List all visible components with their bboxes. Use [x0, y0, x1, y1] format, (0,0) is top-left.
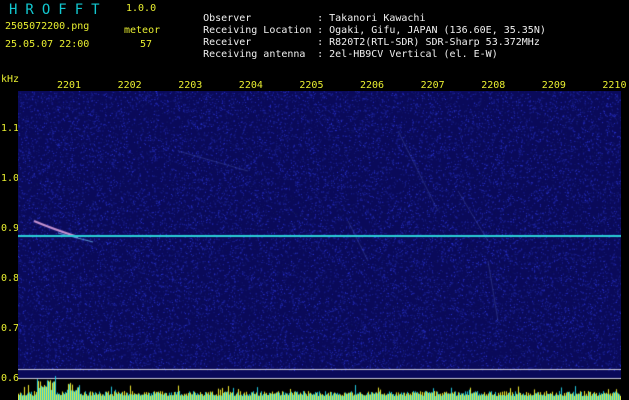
x-tick-label: 2206 [360, 80, 385, 91]
x-tick-label: 2208 [481, 80, 506, 91]
x-tick-label: 2201 [57, 80, 82, 91]
y-tick-label: 0.7 [1, 323, 20, 334]
y-tick-label: 0.8 [1, 273, 20, 284]
datetime-label: 25.05.07 22:00 [5, 39, 90, 50]
info-value: : 2el-HB9CV Vertical (el. E-W) [317, 49, 498, 60]
info-key: Receiving antenna [203, 49, 306, 60]
y-tick-label: 0.9 [1, 223, 20, 234]
y-tick-label: 1.0 [1, 173, 20, 184]
file-name: 2505072200.png [5, 21, 90, 32]
info-row-antenna: Receiving antenna : 2el-HB9CV Vertical (e… [179, 40, 498, 70]
x-tick-label: 2207 [420, 80, 445, 91]
app-version: 1.0.0 [126, 3, 157, 14]
x-tick-label: 2204 [238, 80, 263, 91]
meteor-label: meteor [124, 25, 161, 36]
y-tick-label: 0.6 [1, 373, 20, 384]
x-tick-label: 2203 [178, 80, 203, 91]
spectrogram [18, 91, 621, 400]
x-tick-label: 2202 [117, 80, 142, 91]
x-tick-label: 2205 [299, 80, 324, 91]
y-axis-unit: kHz [1, 74, 20, 85]
x-tick-label: 2209 [541, 80, 566, 91]
meteor-count: 57 [140, 39, 153, 50]
y-tick-label: 1.1 [1, 123, 20, 134]
x-tick-label: 2210 [602, 80, 627, 91]
hrofft-window: HROFFT 1.0.0 2505072200.png 25.05.07 22:… [0, 0, 629, 400]
app-title: HROFFT [9, 2, 108, 18]
